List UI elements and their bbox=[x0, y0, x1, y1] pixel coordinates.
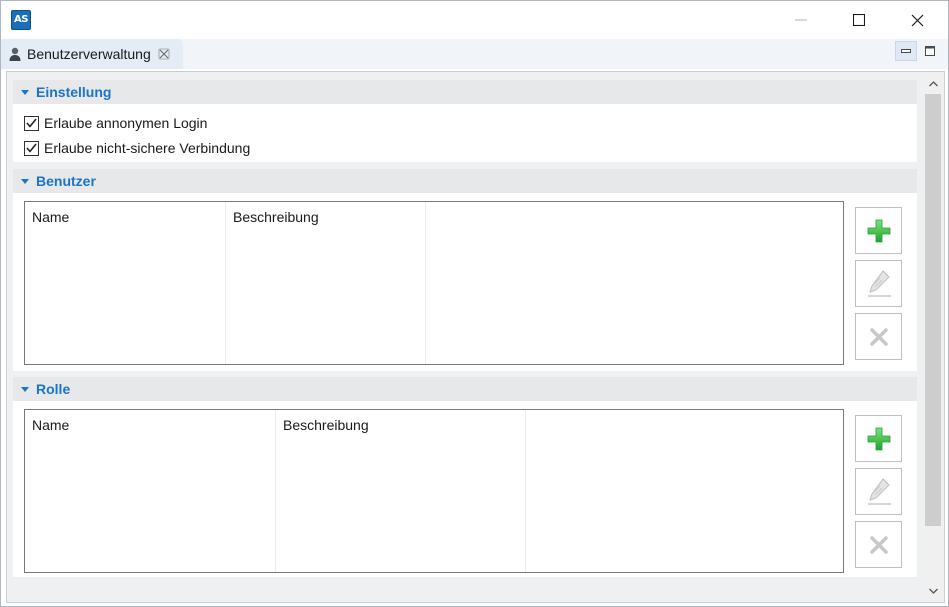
maximize-view-button[interactable] bbox=[919, 41, 941, 61]
checkbox[interactable] bbox=[24, 115, 39, 131]
minimize-icon bbox=[795, 19, 807, 21]
checkmark-icon bbox=[26, 143, 37, 153]
checkbox-label: Erlaube nicht-sichere Verbindung bbox=[44, 140, 251, 156]
minimize-view-icon bbox=[901, 49, 911, 53]
section-body-benutzer: Name Beschreibung bbox=[13, 193, 917, 371]
checkbox-insecure-connection[interactable]: Erlaube nicht-sichere Verbindung bbox=[24, 138, 250, 158]
add-icon bbox=[867, 219, 890, 242]
close-window-button[interactable] bbox=[894, 1, 940, 39]
edit-icon bbox=[867, 477, 891, 505]
chevron-up-icon bbox=[928, 80, 938, 86]
form-scroll-area: Einstellung Erlaube annonymen Login Erla… bbox=[13, 75, 919, 580]
column-header-beschreibung[interactable]: Beschreibung bbox=[226, 202, 426, 364]
app-window: AS Benutzerverwaltung Einstellung Erlaub… bbox=[0, 0, 949, 607]
vertical-scrollbar[interactable] bbox=[924, 75, 942, 599]
add-user-button[interactable] bbox=[855, 207, 902, 254]
delete-icon bbox=[869, 327, 888, 346]
edit-user-button[interactable] bbox=[855, 260, 902, 307]
collapse-arrow-icon bbox=[21, 387, 29, 392]
add-role-button[interactable] bbox=[855, 415, 902, 462]
checkbox[interactable] bbox=[24, 140, 39, 156]
tab-close-icon[interactable] bbox=[158, 48, 170, 60]
section-title: Einstellung bbox=[36, 84, 112, 100]
editor-tab-bar: Benutzerverwaltung bbox=[1, 39, 948, 69]
checkbox-label: Erlaube annonymen Login bbox=[44, 115, 208, 131]
minimize-view-button[interactable] bbox=[895, 41, 917, 61]
title-bar: AS bbox=[1, 1, 948, 39]
section-header-rolle[interactable]: Rolle bbox=[13, 377, 917, 401]
rolle-table[interactable]: Name Beschreibung bbox=[24, 409, 844, 573]
benutzer-table[interactable]: Name Beschreibung bbox=[24, 201, 844, 365]
collapse-arrow-icon bbox=[21, 179, 29, 184]
scrollbar-thumb[interactable] bbox=[925, 94, 941, 526]
section-title: Rolle bbox=[36, 381, 71, 397]
checkmark-icon bbox=[26, 118, 37, 128]
delete-user-button[interactable] bbox=[855, 313, 902, 360]
maximize-view-icon bbox=[925, 46, 935, 56]
maximize-window-button[interactable] bbox=[836, 1, 882, 39]
editor-content: Einstellung Erlaube annonymen Login Erla… bbox=[6, 71, 945, 603]
checkbox-anonymous-login[interactable]: Erlaube annonymen Login bbox=[24, 113, 207, 133]
collapse-arrow-icon bbox=[21, 90, 29, 95]
add-icon bbox=[867, 427, 890, 450]
scroll-up-button[interactable] bbox=[924, 75, 942, 92]
section-body-rolle: Name Beschreibung bbox=[13, 401, 917, 577]
minimize-window-button[interactable] bbox=[778, 1, 824, 39]
chevron-down-icon bbox=[928, 588, 938, 594]
column-header-beschreibung[interactable]: Beschreibung bbox=[276, 410, 526, 572]
app-logo-icon: AS bbox=[11, 10, 31, 30]
section-title: Benutzer bbox=[36, 173, 96, 189]
edit-icon bbox=[867, 269, 891, 297]
edit-role-button[interactable] bbox=[855, 468, 902, 515]
column-header-name[interactable]: Name bbox=[25, 410, 276, 572]
delete-icon bbox=[869, 535, 888, 554]
tab-label: Benutzerverwaltung bbox=[27, 46, 151, 62]
section-header-benutzer[interactable]: Benutzer bbox=[13, 169, 917, 193]
scroll-down-button[interactable] bbox=[924, 582, 942, 599]
delete-role-button[interactable] bbox=[855, 521, 902, 568]
maximize-icon bbox=[853, 14, 865, 26]
section-header-einstellung[interactable]: Einstellung bbox=[13, 80, 917, 104]
section-body-einstellung: Erlaube annonymen Login Erlaube nicht-si… bbox=[13, 104, 917, 162]
user-icon bbox=[9, 47, 21, 61]
close-icon bbox=[911, 14, 923, 26]
tab-benutzerverwaltung[interactable]: Benutzerverwaltung bbox=[1, 39, 183, 69]
column-header-name[interactable]: Name bbox=[25, 202, 226, 364]
